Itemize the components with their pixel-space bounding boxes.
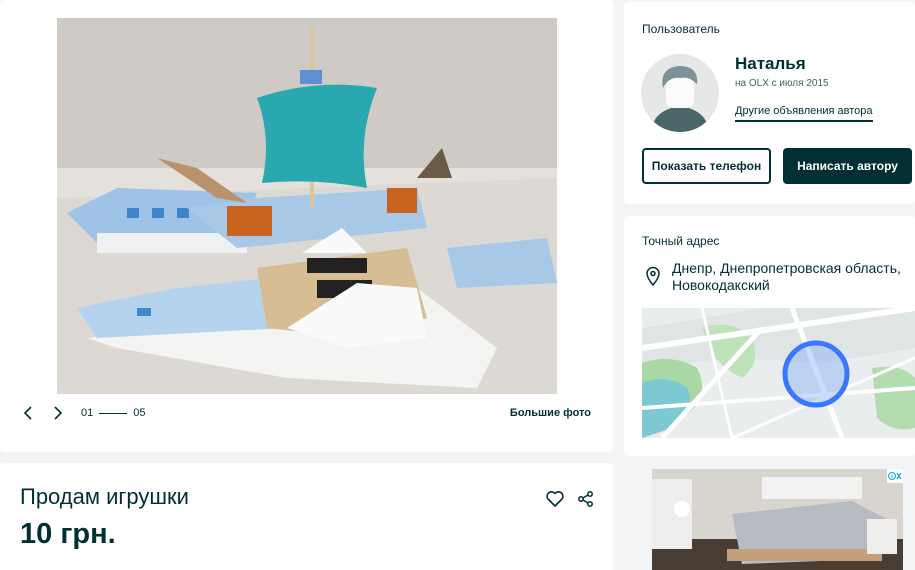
ad-photo[interactable] bbox=[57, 18, 557, 394]
photo-counter: 01 05 bbox=[81, 407, 146, 419]
other-ads-link[interactable]: Другие объявления автора bbox=[735, 105, 873, 122]
seller-card: Пользователь Наталья на OLX с июля 2015 … bbox=[624, 2, 915, 204]
counter-divider bbox=[99, 412, 128, 414]
ad-info-icon[interactable] bbox=[887, 469, 903, 483]
map-pin-icon bbox=[644, 266, 662, 287]
ad-summary-card: Продам игрушки 10 грн. bbox=[0, 463, 613, 570]
location-map[interactable] bbox=[642, 308, 915, 438]
advertisement-banner[interactable] bbox=[652, 469, 903, 570]
ad-price: 10 грн. bbox=[20, 518, 116, 550]
ad-title: Продам игрушки bbox=[20, 484, 189, 509]
photo-gallery: 01 05 Большие фото bbox=[0, 0, 613, 452]
counter-total: 05 bbox=[133, 407, 146, 419]
avatar bbox=[641, 54, 719, 132]
user-section-label: Пользователь bbox=[642, 22, 720, 36]
address-card: Точный адрес Днепр, Днепропетровская обл… bbox=[624, 216, 915, 456]
chevron-right-icon[interactable] bbox=[48, 404, 66, 422]
bigger-photo-link[interactable]: Большие фото bbox=[510, 407, 591, 419]
show-phone-button[interactable]: Показать телефон bbox=[642, 148, 771, 184]
heart-icon[interactable] bbox=[545, 489, 565, 509]
write-author-button[interactable]: Написать автору bbox=[783, 148, 912, 184]
chevron-left-icon[interactable] bbox=[20, 404, 38, 422]
user-name: Наталья bbox=[735, 54, 806, 73]
share-icon[interactable] bbox=[576, 489, 596, 509]
counter-current: 01 bbox=[81, 407, 94, 419]
address-text: Днепр, Днепропетровская область, Новокод… bbox=[672, 260, 901, 293]
address-section-label: Точный адрес bbox=[642, 234, 720, 248]
member-since: на OLX с июля 2015 bbox=[735, 78, 829, 89]
gallery-controls: 01 05 Большие фото bbox=[0, 404, 613, 424]
